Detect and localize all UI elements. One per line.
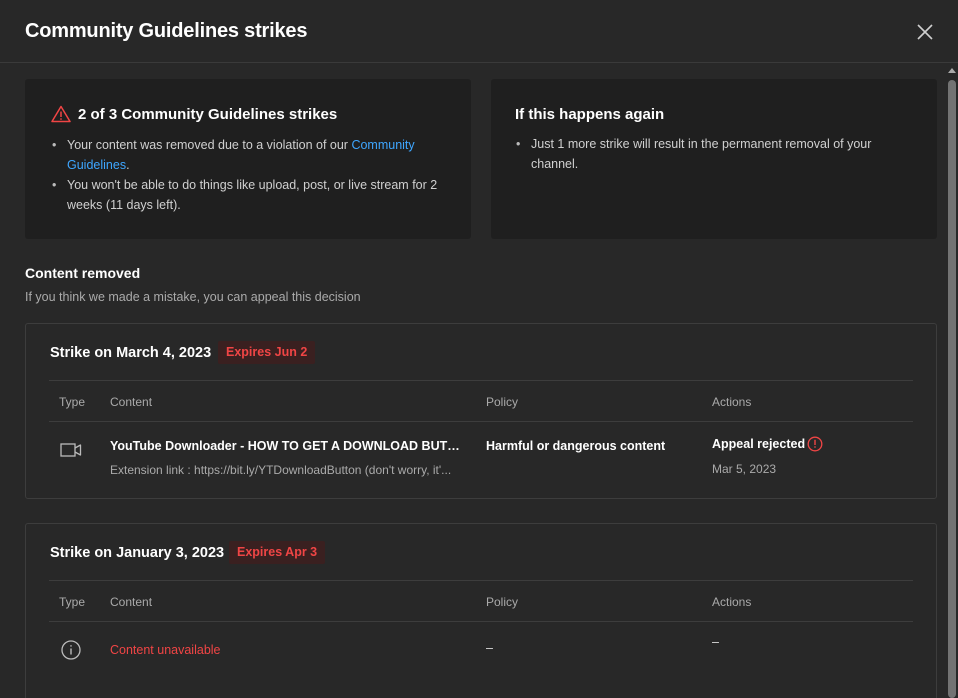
dialog-title: Community Guidelines strikes <box>25 20 308 42</box>
next-strike-list: Just 1 more strike will result in the pe… <box>515 134 915 174</box>
strike-status-card: 2 of 3 Community Guidelines strikes Your… <box>25 79 471 239</box>
bullet-text: Your content was removed due to a violat… <box>67 138 352 152</box>
policy-name: Harmful or dangerous content <box>486 439 666 453</box>
next-strike-card: If this happens again Just 1 more strike… <box>491 79 937 239</box>
list-item: You won't be able to do things like uplo… <box>51 175 451 215</box>
video-icon <box>60 443 82 457</box>
dialog-header: Community Guidelines strikes <box>0 0 958 63</box>
strike-card: Strike on January 3, 2023 Expires Apr 3 … <box>25 523 937 698</box>
content-title[interactable]: YouTube Downloader - HOW TO GET A DOWNLO… <box>110 439 462 453</box>
info-icon <box>61 640 81 660</box>
appeal-status: Appeal rejected <box>712 437 806 451</box>
next-strike-heading: If this happens again <box>515 106 665 123</box>
content-unavailable-link[interactable]: Content unavailable <box>110 643 221 657</box>
strike-title: Strike on January 3, 2023 <box>50 545 225 561</box>
content-removed-title: Content removed <box>25 265 141 281</box>
strikes-dialog: Community Guidelines strikes 2 of 3 Comm… <box>0 0 958 698</box>
policy-name: – <box>486 641 493 655</box>
table-row: Content unavailable – – <box>49 622 913 692</box>
header-policy: Policy <box>486 395 519 409</box>
content-description: Extension link : https://bit.ly/YTDownlo… <box>110 463 452 477</box>
appeal-date: Mar 5, 2023 <box>712 462 777 476</box>
alert-circle-icon[interactable] <box>807 436 823 452</box>
bullet-text-suffix: . <box>126 158 130 172</box>
action-status: – <box>712 635 719 649</box>
header-policy: Policy <box>486 595 519 609</box>
table-row: YouTube Downloader - HOW TO GET A DOWNLO… <box>49 422 913 492</box>
strike-card: Strike on March 4, 2023 Expires Jun 2 Ty… <box>25 323 937 499</box>
close-icon <box>917 24 933 40</box>
warning-icon <box>51 105 71 123</box>
header-content: Content <box>110 595 153 609</box>
header-type: Type <box>59 395 86 409</box>
strike-title: Strike on March 4, 2023 <box>50 345 212 361</box>
dialog-content: 2 of 3 Community Guidelines strikes Your… <box>0 64 958 698</box>
table-header: Type Content Policy Actions <box>49 580 913 622</box>
list-item: Just 1 more strike will result in the pe… <box>515 134 915 174</box>
table-header: Type Content Policy Actions <box>49 380 913 422</box>
strike-count-heading: 2 of 3 Community Guidelines strikes <box>78 106 338 123</box>
list-item: Your content was removed due to a violat… <box>51 135 451 175</box>
status-list: Your content was removed due to a violat… <box>51 135 451 215</box>
close-button[interactable] <box>910 17 940 47</box>
header-content: Content <box>110 395 153 409</box>
scrollbar-thumb[interactable] <box>948 80 956 698</box>
expires-badge: Expires Apr 3 <box>229 541 326 564</box>
header-actions: Actions <box>712 595 752 609</box>
content-removed-subtitle: If you think we made a mistake, you can … <box>25 290 361 304</box>
header-type: Type <box>59 595 86 609</box>
expires-badge: Expires Jun 2 <box>218 341 316 364</box>
header-actions: Actions <box>712 395 752 409</box>
scroll-up-arrow-icon[interactable] <box>948 68 956 73</box>
